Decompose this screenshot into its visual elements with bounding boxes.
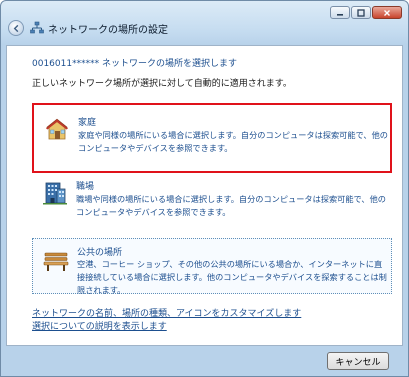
customize-link[interactable]: ネットワークの名前、場所の種類、アイコンをカスタマイズします xyxy=(32,306,301,319)
close-button[interactable] xyxy=(372,6,402,19)
window-title: ネットワークの場所の設定 xyxy=(48,25,168,36)
back-button[interactable] xyxy=(8,20,24,36)
office-building-icon xyxy=(43,182,67,205)
maximize-button[interactable] xyxy=(351,6,371,19)
network-icon xyxy=(30,21,44,34)
cancel-button[interactable]: キャンセル xyxy=(327,352,389,370)
window-controls xyxy=(330,6,402,19)
adapter-heading: 0016011****** ネットワークの場所を選択します xyxy=(32,59,237,69)
option-public[interactable]: 公共の場所 空港、コーヒー ショップ、その他の公共の場所にいる場合か、インターネ… xyxy=(32,238,392,295)
park-bench-icon xyxy=(43,252,69,271)
close-icon xyxy=(384,9,390,16)
footer: キャンセル xyxy=(6,346,403,376)
option-work-title: 職場 xyxy=(76,182,95,192)
explain-link[interactable]: 選択についての説明を表示します xyxy=(32,319,167,332)
option-public-description: 空港、コーヒー ショップ、その他の公共の場所にいる場合か、インターネットに直接接… xyxy=(77,259,387,295)
option-work[interactable]: 職場 職場や同様の場所にいる場合に選択します。自分のコンピュータは探索可能で、他… xyxy=(32,174,392,226)
option-work-description: 職場や同様の場所にいる場合に選択します。自分のコンピュータは探索可能で、他のコン… xyxy=(76,194,386,217)
minimize-icon xyxy=(337,13,343,16)
content-area: 0016011****** ネットワークの場所を選択します 正しいネットワーク場… xyxy=(6,45,403,346)
back-arrow-icon xyxy=(13,24,18,32)
title-bar: ネットワークの場所の設定 xyxy=(1,1,408,45)
option-home-title: 家庭 xyxy=(78,118,97,128)
option-public-title: 公共の場所 xyxy=(77,248,123,258)
option-home-description: 家庭や同様の場所にいる場合に選択します。自分のコンピュータは探索可能で、他のコン… xyxy=(78,130,388,153)
description-text: 正しいネットワーク場所が選択に対して自動的に適用されます。 xyxy=(32,79,292,89)
dialog-window: ネットワークの場所の設定 0016011****** ネットワークの場所を選択し… xyxy=(0,0,409,377)
house-icon xyxy=(46,118,68,140)
maximize-icon xyxy=(357,8,365,17)
option-home[interactable]: 家庭 家庭や同様の場所にいる場合に選択します。自分のコンピュータは探索可能で、他… xyxy=(32,103,392,173)
minimize-button[interactable] xyxy=(330,6,350,19)
